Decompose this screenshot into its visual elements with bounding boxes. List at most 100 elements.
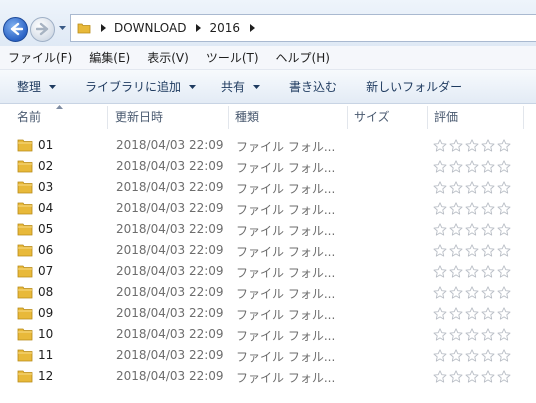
rating-star-icon[interactable] — [449, 349, 463, 362]
rating-star-icon[interactable] — [497, 328, 511, 341]
rating-star-icon[interactable] — [433, 307, 447, 320]
rating-star-icon[interactable] — [465, 307, 479, 320]
file-row[interactable]: 07 2018/04/03 22:09 ファイル フォル... — [0, 261, 536, 282]
rating-star-icon[interactable] — [449, 160, 463, 173]
organize-button[interactable]: 整理 — [0, 70, 67, 103]
rating-star-icon[interactable] — [433, 223, 447, 236]
menu-tools[interactable]: ツール(T) — [196, 49, 266, 66]
address-bar[interactable]: DOWNLOAD 2016 — [70, 14, 536, 42]
rating-star-icon[interactable] — [433, 181, 447, 194]
rating-star-icon[interactable] — [481, 223, 495, 236]
rating-stars[interactable] — [433, 370, 513, 383]
breadcrumb-chevron-icon[interactable] — [250, 24, 256, 32]
rating-star-icon[interactable] — [465, 181, 479, 194]
breadcrumb-download[interactable]: DOWNLOAD — [114, 21, 186, 35]
rating-star-icon[interactable] — [433, 349, 447, 362]
rating-star-icon[interactable] — [497, 181, 511, 194]
rating-star-icon[interactable] — [497, 286, 511, 299]
menu-edit[interactable]: 編集(E) — [79, 49, 137, 66]
column-divider[interactable] — [523, 106, 524, 129]
rating-stars[interactable] — [433, 202, 513, 215]
rating-star-icon[interactable] — [481, 370, 495, 383]
rating-stars[interactable] — [433, 265, 513, 278]
rating-star-icon[interactable] — [481, 265, 495, 278]
file-row[interactable]: 12 2018/04/03 22:09 ファイル フォル... — [0, 366, 536, 387]
rating-stars[interactable] — [433, 349, 513, 362]
rating-star-icon[interactable] — [497, 139, 511, 152]
rating-stars[interactable] — [433, 181, 513, 194]
file-row[interactable]: 09 2018/04/03 22:09 ファイル フォル... — [0, 303, 536, 324]
rating-star-icon[interactable] — [481, 349, 495, 362]
rating-star-icon[interactable] — [449, 139, 463, 152]
burn-button[interactable]: 書き込む — [271, 70, 348, 103]
rating-star-icon[interactable] — [465, 139, 479, 152]
rating-star-icon[interactable] — [449, 370, 463, 383]
column-name[interactable]: 名前 — [11, 104, 107, 131]
rating-star-icon[interactable] — [497, 307, 511, 320]
column-divider[interactable] — [107, 106, 108, 129]
back-button[interactable] — [3, 17, 28, 42]
file-row[interactable]: 05 2018/04/03 22:09 ファイル フォル... — [0, 219, 536, 240]
rating-star-icon[interactable] — [465, 286, 479, 299]
column-size[interactable]: サイズ — [348, 104, 426, 131]
rating-star-icon[interactable] — [433, 370, 447, 383]
file-row[interactable]: 06 2018/04/03 22:09 ファイル フォル... — [0, 240, 536, 261]
rating-stars[interactable] — [433, 160, 513, 173]
rating-star-icon[interactable] — [465, 223, 479, 236]
rating-star-icon[interactable] — [433, 328, 447, 341]
menu-file[interactable]: ファイル(F) — [0, 49, 79, 66]
rating-star-icon[interactable] — [433, 286, 447, 299]
rating-star-icon[interactable] — [433, 160, 447, 173]
rating-stars[interactable] — [433, 223, 513, 236]
rating-star-icon[interactable] — [449, 181, 463, 194]
rating-star-icon[interactable] — [449, 286, 463, 299]
rating-star-icon[interactable] — [449, 307, 463, 320]
file-row[interactable]: 03 2018/04/03 22:09 ファイル フォル... — [0, 177, 536, 198]
file-row[interactable]: 11 2018/04/03 22:09 ファイル フォル... — [0, 345, 536, 366]
file-row[interactable]: 04 2018/04/03 22:09 ファイル フォル... — [0, 198, 536, 219]
rating-star-icon[interactable] — [481, 307, 495, 320]
rating-star-icon[interactable] — [449, 265, 463, 278]
rating-star-icon[interactable] — [481, 139, 495, 152]
rating-star-icon[interactable] — [449, 244, 463, 257]
rating-star-icon[interactable] — [497, 349, 511, 362]
recent-pages-dropdown-icon[interactable] — [58, 25, 67, 31]
rating-star-icon[interactable] — [449, 223, 463, 236]
rating-star-icon[interactable] — [433, 265, 447, 278]
menu-help[interactable]: ヘルプ(H) — [266, 49, 337, 66]
rating-star-icon[interactable] — [433, 139, 447, 152]
share-button[interactable]: 共有 — [207, 70, 271, 103]
rating-star-icon[interactable] — [497, 223, 511, 236]
file-row[interactable]: 01 2018/04/03 22:09 ファイル フォル... — [0, 135, 536, 156]
column-rating[interactable]: 評価 — [428, 104, 523, 131]
breadcrumb-chevron-icon[interactable] — [101, 24, 106, 32]
file-row[interactable]: 10 2018/04/03 22:09 ファイル フォル... — [0, 324, 536, 345]
breadcrumb-chevron-icon[interactable] — [196, 24, 202, 32]
rating-star-icon[interactable] — [481, 202, 495, 215]
rating-stars[interactable] — [433, 244, 513, 257]
rating-star-icon[interactable] — [481, 181, 495, 194]
file-row[interactable]: 02 2018/04/03 22:09 ファイル フォル... — [0, 156, 536, 177]
rating-star-icon[interactable] — [465, 370, 479, 383]
column-type[interactable]: 種類 — [229, 104, 346, 131]
rating-star-icon[interactable] — [481, 160, 495, 173]
rating-star-icon[interactable] — [497, 370, 511, 383]
rating-star-icon[interactable] — [433, 202, 447, 215]
rating-star-icon[interactable] — [497, 265, 511, 278]
rating-star-icon[interactable] — [497, 202, 511, 215]
column-date-modified[interactable]: 更新日時 — [109, 104, 227, 131]
rating-star-icon[interactable] — [465, 244, 479, 257]
add-to-library-button[interactable]: ライブラリに追加 — [67, 70, 207, 103]
rating-star-icon[interactable] — [465, 160, 479, 173]
rating-star-icon[interactable] — [481, 244, 495, 257]
file-row[interactable]: 08 2018/04/03 22:09 ファイル フォル... — [0, 282, 536, 303]
rating-star-icon[interactable] — [449, 202, 463, 215]
rating-star-icon[interactable] — [465, 265, 479, 278]
rating-star-icon[interactable] — [497, 160, 511, 173]
rating-star-icon[interactable] — [481, 286, 495, 299]
rating-stars[interactable] — [433, 286, 513, 299]
rating-stars[interactable] — [433, 307, 513, 320]
breadcrumb-2016[interactable]: 2016 — [209, 21, 240, 35]
new-folder-button[interactable]: 新しいフォルダー — [348, 70, 473, 103]
rating-star-icon[interactable] — [433, 244, 447, 257]
